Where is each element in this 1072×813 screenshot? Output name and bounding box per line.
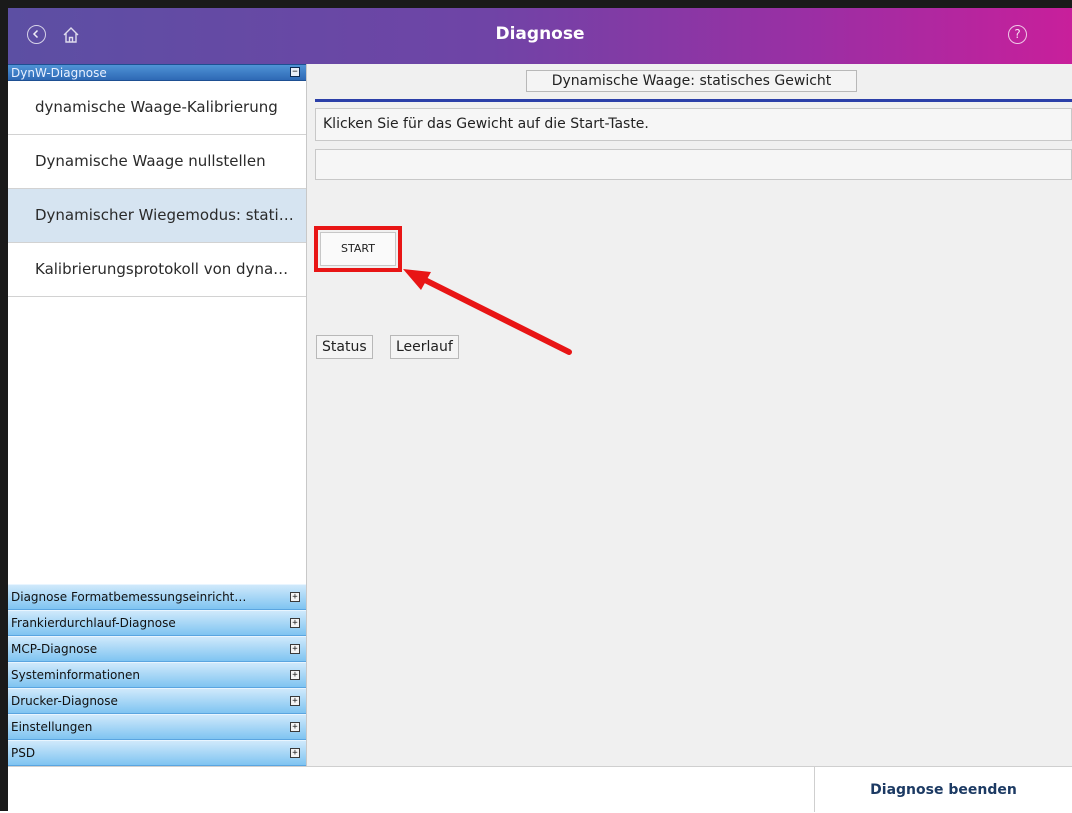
section-label: Systeminformationen — [11, 668, 140, 682]
sidebar-section-drucker[interactable]: Drucker-Diagnose + — [8, 688, 306, 714]
section-label: DynW-Diagnose — [11, 66, 107, 80]
section-label: Frankierdurchlauf-Diagnose — [11, 616, 176, 630]
page-title: Diagnose — [495, 24, 585, 44]
title-bar: Diagnose ? — [8, 8, 1072, 64]
expand-icon[interactable]: + — [290, 644, 300, 654]
section-label: Einstellungen — [11, 720, 93, 734]
status-value: Leerlauf — [390, 335, 459, 359]
expand-icon[interactable]: + — [290, 618, 300, 628]
sidebar: DynW-Diagnose − dynamische Waage-Kalibri… — [8, 64, 307, 766]
main-panel: Dynamische Waage: statisches Gewicht Kli… — [307, 64, 1072, 766]
expand-icon[interactable]: + — [290, 722, 300, 732]
sidebar-section-systeminformationen[interactable]: Systeminformationen + — [8, 662, 306, 688]
expand-icon[interactable]: + — [290, 592, 300, 602]
sidebar-item-kalibrierung[interactable]: dynamische Waage-Kalibrierung — [8, 81, 306, 135]
section-label: Diagnose Formatbemessungseinricht… — [11, 590, 247, 604]
collapsed-sections: Diagnose Formatbemessungseinricht… + Fra… — [8, 584, 306, 766]
section-label: MCP-Diagnose — [11, 642, 98, 656]
section-label: PSD — [11, 746, 36, 760]
sidebar-item-wiegemodus-statisch[interactable]: Dynamischer Wiegemodus: statis… — [8, 189, 306, 243]
sidebar-section-frankierdurchlauf[interactable]: Frankierdurchlauf-Diagnose + — [8, 610, 306, 636]
sidebar-section-einstellungen[interactable]: Einstellungen + — [8, 714, 306, 740]
bottom-bar: Diagnose beenden — [8, 766, 1072, 812]
expand-icon[interactable]: + — [290, 670, 300, 680]
status-label: Status — [316, 335, 373, 359]
section-label: Drucker-Diagnose — [11, 694, 118, 708]
help-circle-icon[interactable]: ? — [1008, 25, 1027, 44]
end-diagnosis-button[interactable]: Diagnose beenden — [814, 767, 1072, 812]
sidebar-item-nullstellen[interactable]: Dynamische Waage nullstellen — [8, 135, 306, 189]
sidebar-section-dynw-diagnose[interactable]: DynW-Diagnose − — [8, 64, 306, 81]
expand-icon[interactable]: + — [290, 696, 300, 706]
expand-icon[interactable]: + — [290, 748, 300, 758]
sidebar-item-kalibrierungsprotokoll[interactable]: Kalibrierungsprotokoll von dynami… — [8, 243, 306, 297]
sidebar-section-mcp[interactable]: MCP-Diagnose + — [8, 636, 306, 662]
sidebar-section-formatbemessung[interactable]: Diagnose Formatbemessungseinricht… + — [8, 584, 306, 610]
collapse-icon[interactable]: − — [290, 67, 300, 77]
sidebar-section-psd[interactable]: PSD + — [8, 740, 306, 766]
